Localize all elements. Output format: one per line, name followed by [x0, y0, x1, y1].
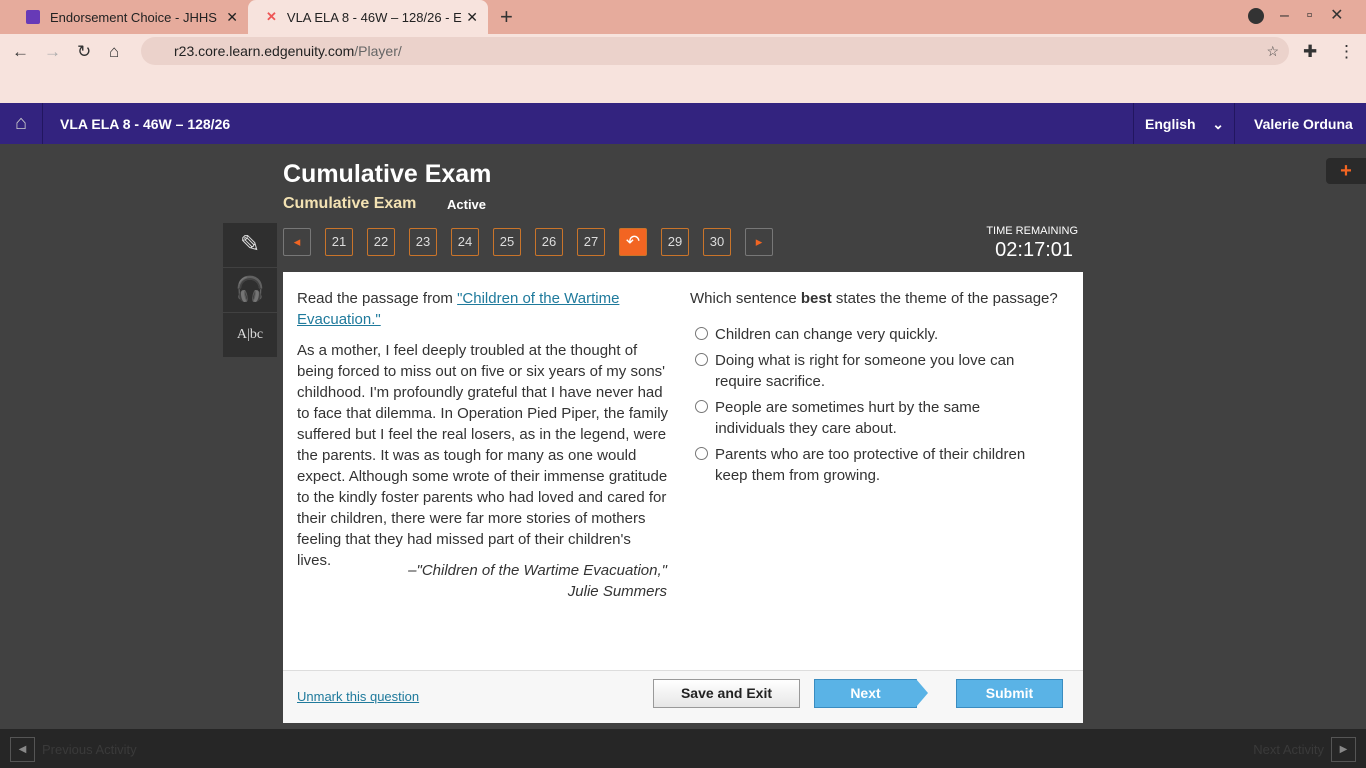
option-text: People are sometimes hurt by the same in…	[715, 399, 981, 437]
tab-title: Endorsement Choice - JHHS	[50, 9, 217, 25]
next-arrow-shape	[916, 679, 928, 707]
chevron-down-icon: ⌄	[1212, 116, 1224, 132]
language-select[interactable]: English ⌄	[1133, 103, 1235, 144]
question-29[interactable]: 29	[661, 228, 689, 256]
plus-tab-button[interactable]: +	[1326, 158, 1366, 184]
radio-button[interactable]	[695, 353, 708, 366]
option-text: Parents who are too protective of their …	[715, 446, 1026, 484]
passage-body: As a mother, I feel deeply troubled at t…	[297, 342, 669, 569]
reload-icon[interactable]: ↻	[77, 42, 91, 62]
prompt-text: Which sentence	[690, 290, 801, 307]
citation: –"Children of the Wartime Evacuation," Ju…	[297, 560, 667, 602]
home-icon[interactable]: ⌂	[109, 42, 119, 62]
time-remaining: 02:17:01	[995, 239, 1073, 261]
citation-title: –"Children of the Wartime Evacuation,"	[408, 562, 667, 579]
prev-question-arrow[interactable]: ◂	[283, 228, 311, 256]
course-title: VLA ELA 8 - 46W – 128/26	[60, 116, 231, 132]
previous-activity-button[interactable]: ◀	[10, 737, 35, 762]
question-panel: Read the passage from "Children of the W…	[283, 272, 1083, 723]
answer-option[interactable]: People are sometimes hurt by the same in…	[690, 397, 1050, 439]
home-icon[interactable]: ⌂	[0, 103, 43, 144]
language-label: English	[1145, 116, 1196, 132]
question-prompt: Which sentence best states the theme of …	[690, 288, 1058, 309]
new-tab-button[interactable]: +	[500, 4, 513, 30]
tab-title: VLA ELA 8 - 46W – 128/26 - Edg	[286, 9, 462, 25]
radio-button[interactable]	[695, 400, 708, 413]
answer-option[interactable]: Parents who are too protective of their …	[690, 444, 1050, 486]
next-activity-button[interactable]: ▶	[1331, 737, 1356, 762]
tab-search-icon[interactable]	[1248, 8, 1264, 24]
browser-toolbar: ← → ↻ ⌂ r23.core.learn.edgenuity.com/Pla…	[0, 34, 1366, 103]
close-icon[interactable]: ✕	[226, 9, 238, 26]
course-header: ⌂ VLA ELA 8 - 46W – 128/26 English ⌄ Vale…	[0, 103, 1366, 144]
page-title: Cumulative Exam	[283, 160, 492, 188]
browser-tab-active[interactable]: ✕ VLA ELA 8 - 46W – 128/26 - Edg ✕	[248, 0, 488, 34]
question-22[interactable]: 22	[367, 228, 395, 256]
prompt-text: states the theme of the passage?	[831, 290, 1058, 307]
question-24[interactable]: 24	[451, 228, 479, 256]
window-controls[interactable]: – ▫ ✕	[1280, 5, 1344, 25]
save-exit-button[interactable]: Save and Exit	[653, 679, 800, 708]
url-path: /Player/	[354, 43, 402, 59]
headphones-tool[interactable]: 🎧	[223, 268, 277, 312]
browser-tab[interactable]: Endorsement Choice - JHHS ✕	[8, 0, 248, 34]
question-27[interactable]: 27	[577, 228, 605, 256]
close-icon[interactable]: ✕	[466, 9, 478, 26]
answer-option[interactable]: Children can change very quickly.	[690, 324, 1050, 345]
unmark-question-link[interactable]: Unmark this question	[297, 689, 419, 704]
next-activity-label: Next Activity	[1253, 742, 1324, 757]
option-text: Children can change very quickly.	[715, 326, 939, 343]
dictionary-tool[interactable]: A|bc	[223, 313, 277, 357]
question-30[interactable]: 30	[703, 228, 731, 256]
question-23[interactable]: 23	[409, 228, 437, 256]
back-icon[interactable]: ←	[12, 42, 29, 62]
question-26[interactable]: 26	[535, 228, 563, 256]
url-host: r23.core.learn.edgenuity.com	[174, 43, 355, 59]
activity-title: Cumulative Exam	[283, 195, 417, 212]
next-question-arrow[interactable]: ▸	[745, 228, 773, 256]
option-text: Doing what is right for someone you love…	[715, 352, 1015, 390]
radio-button[interactable]	[695, 327, 708, 340]
question-21[interactable]: 21	[325, 228, 353, 256]
time-remaining-label: TIME REMAINING	[986, 225, 1078, 237]
user-name[interactable]: Valerie Orduna	[1254, 116, 1353, 132]
forward-icon[interactable]: →	[44, 42, 61, 62]
list-icon	[26, 10, 40, 24]
passage-intro: Read the passage from "Children of the W…	[297, 288, 657, 330]
submit-button[interactable]: Submit	[956, 679, 1063, 708]
browser-tab-bar: Endorsement Choice - JHHS ✕ ✕ VLA ELA 8 - …	[0, 0, 1366, 34]
answer-option[interactable]: Doing what is right for someone you love…	[690, 350, 1050, 392]
prompt-bold: best	[800, 290, 832, 307]
address-bar[interactable]: r23.core.learn.edgenuity.com/Player/ ☆	[141, 37, 1289, 65]
undo-arrow-icon: ↶	[625, 232, 641, 251]
previous-activity-label: Previous Activity	[42, 742, 137, 757]
extensions-icon[interactable]: ✚	[1303, 42, 1317, 62]
status-badge: Active	[447, 197, 487, 212]
question-28-current-marked[interactable]: ↶	[619, 228, 647, 256]
star-icon[interactable]: ☆	[1266, 37, 1279, 65]
question-25[interactable]: 25	[493, 228, 521, 256]
intro-text: Read the passage from	[297, 290, 458, 307]
next-button[interactable]: Next	[814, 679, 917, 708]
edgenuity-icon: ✕	[266, 9, 277, 24]
menu-icon[interactable]: ⋮	[1338, 42, 1355, 62]
activity-footer: ◀ Previous Activity Next Activity ▶	[0, 729, 1366, 768]
pencil-tool[interactable]: ✎	[223, 223, 277, 267]
radio-button[interactable]	[695, 447, 708, 460]
citation-author: Julie Summers	[567, 583, 667, 600]
